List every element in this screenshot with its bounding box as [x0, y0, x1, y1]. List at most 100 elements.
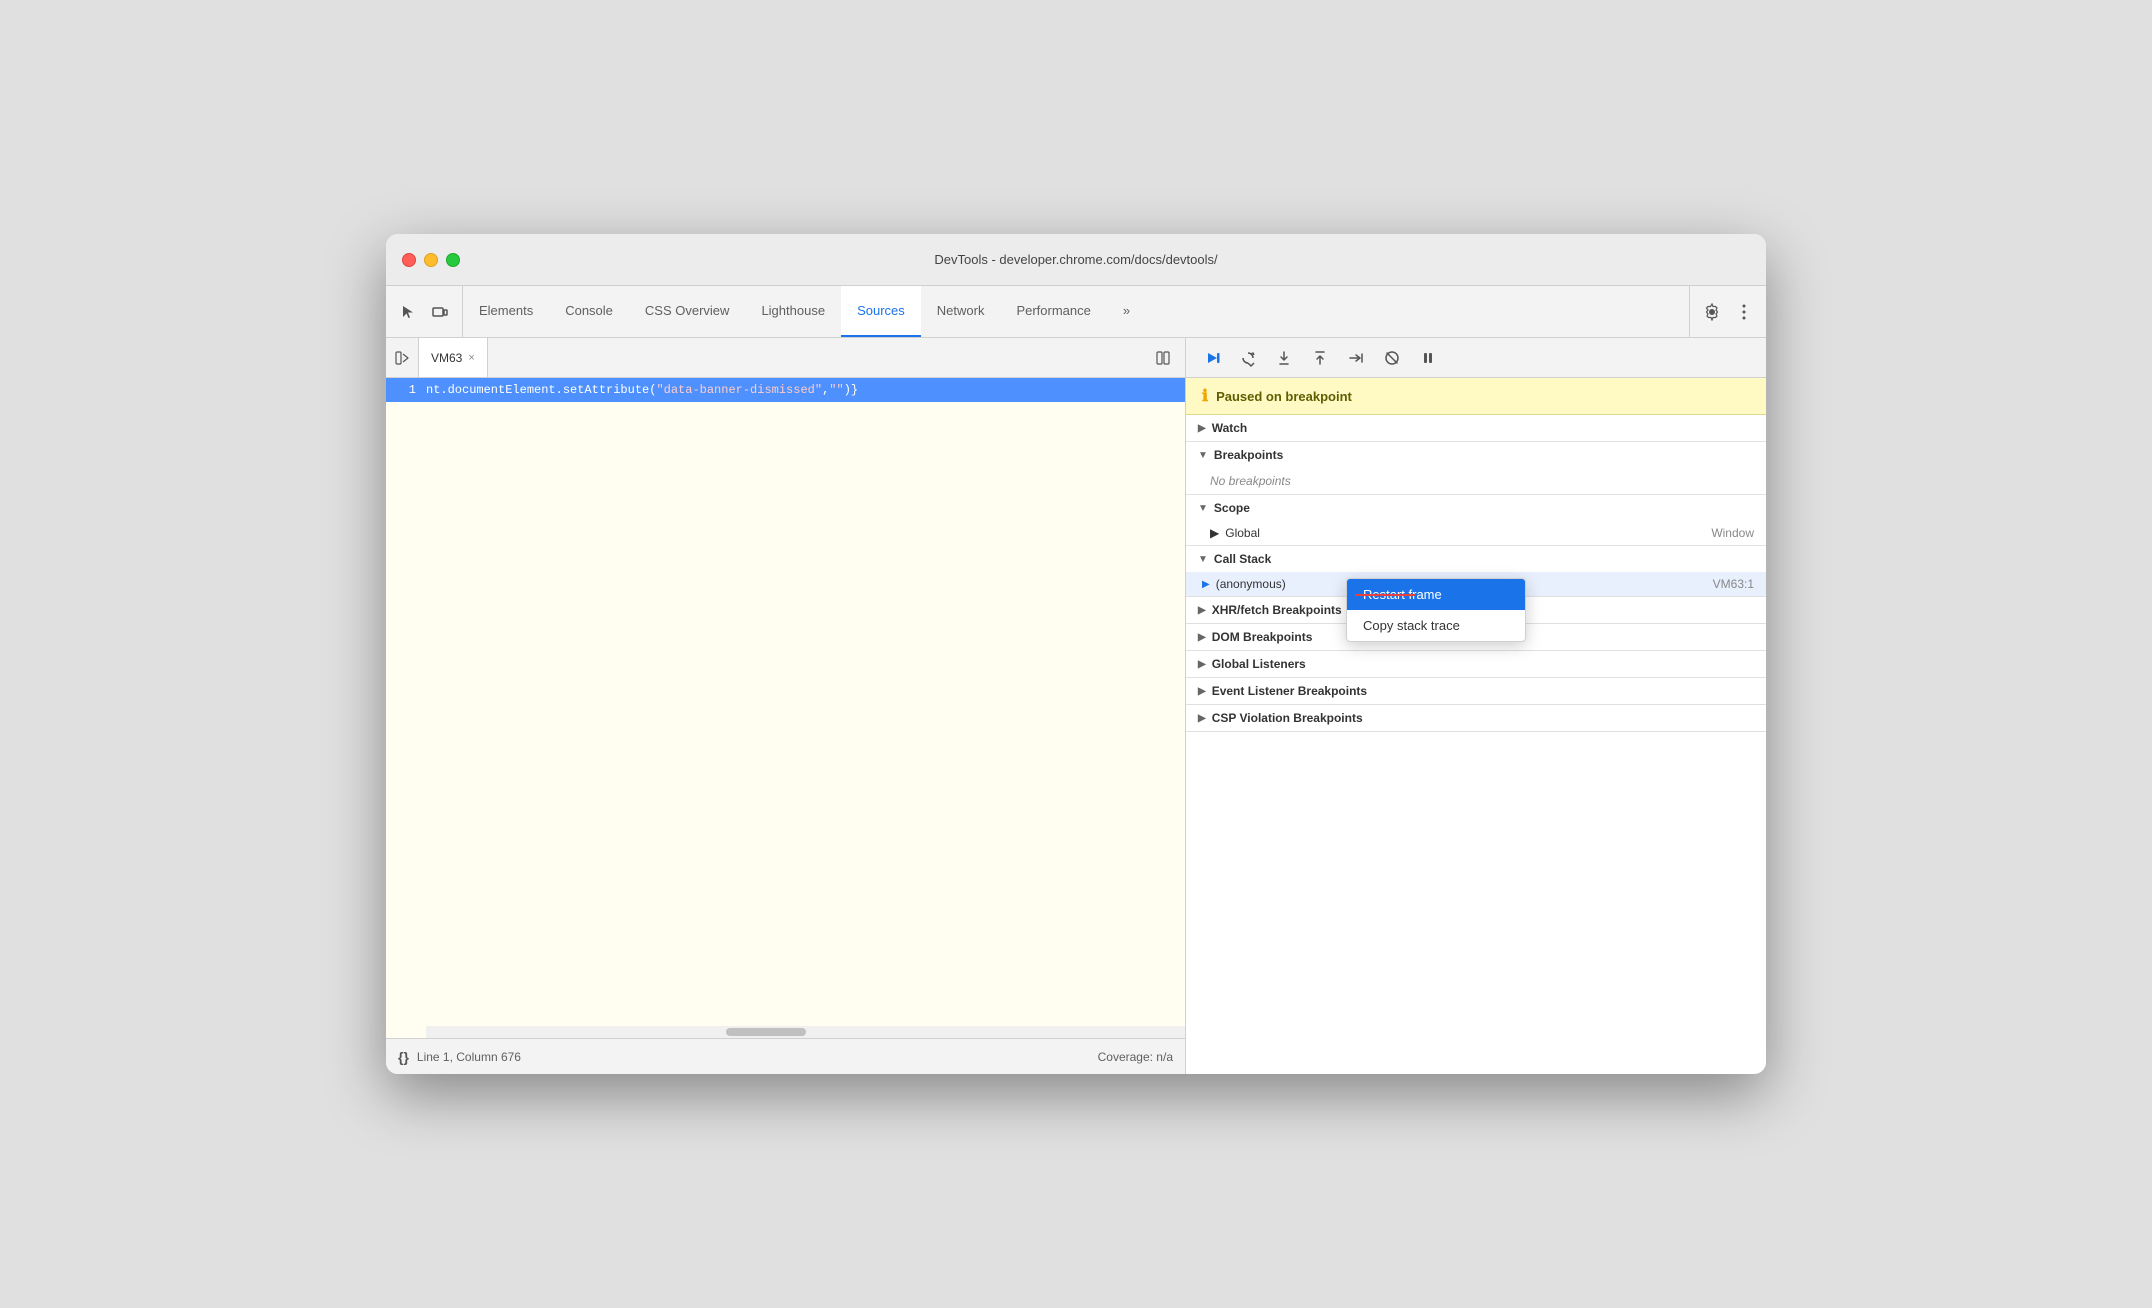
- line-number-1: 1: [386, 383, 426, 397]
- global-listeners-label: Global Listeners: [1212, 657, 1306, 671]
- event-listener-chevron-icon: ▶: [1198, 686, 1206, 697]
- call-stack-section: ▼ Call Stack ▶ (anonymous) VM63:1: [1186, 546, 1766, 597]
- title-bar: DevTools - developer.chrome.com/docs/dev…: [386, 234, 1766, 286]
- kebab-menu-icon[interactable]: [1730, 298, 1758, 326]
- sources-left-panel: VM63 × 1: [386, 338, 1186, 1074]
- csp-violation-breakpoints-section: ▶ CSP Violation Breakpoints: [1186, 705, 1766, 732]
- status-bar: {} Line 1, Column 676 Coverage: n/a: [386, 1038, 1185, 1074]
- window-title: DevTools - developer.chrome.com/docs/dev…: [934, 252, 1217, 267]
- close-button[interactable]: [402, 253, 416, 267]
- tab-bar: Elements Console CSS Overview Lighthouse…: [386, 286, 1766, 338]
- scope-global-item[interactable]: ▶ Global Window: [1186, 521, 1766, 545]
- vm63-tab[interactable]: VM63 ×: [419, 338, 488, 377]
- tabs-container: Elements Console CSS Overview Lighthouse…: [463, 286, 1689, 337]
- paused-banner: ℹ Paused on breakpoint: [1186, 378, 1766, 415]
- resume-button[interactable]: [1198, 344, 1226, 372]
- event-listener-breakpoints-header[interactable]: ▶ Event Listener Breakpoints: [1186, 678, 1766, 704]
- dom-breakpoints-label: DOM Breakpoints: [1212, 630, 1313, 644]
- status-bar-right: Coverage: n/a: [1098, 1050, 1173, 1064]
- code-empty-area: [386, 402, 1185, 1038]
- scope-header[interactable]: ▼ Scope: [1186, 495, 1766, 521]
- traffic-lights: [402, 253, 460, 267]
- call-stack-label: Call Stack: [1214, 552, 1271, 566]
- sources-right-panel: ℹ Paused on breakpoint ▶ Watch ▼: [1186, 338, 1766, 1074]
- copy-stack-trace-menu-item[interactable]: Copy stack trace: [1347, 610, 1525, 641]
- scope-global-chevron-icon: ▶: [1210, 526, 1219, 540]
- tab-network[interactable]: Network: [921, 286, 1001, 337]
- scope-global-label: Global: [1225, 526, 1260, 540]
- step-into-button[interactable]: [1270, 344, 1298, 372]
- paused-message: Paused on breakpoint: [1216, 389, 1352, 404]
- call-stack-header[interactable]: ▼ Call Stack: [1186, 546, 1766, 572]
- scrollbar-thumb[interactable]: [726, 1028, 806, 1036]
- csp-violation-breakpoints-header[interactable]: ▶ CSP Violation Breakpoints: [1186, 705, 1766, 731]
- device-toggle-icon[interactable]: [426, 298, 454, 326]
- file-tab-bar: VM63 ×: [386, 338, 1185, 378]
- tab-more[interactable]: »: [1107, 286, 1146, 337]
- devtools-window: DevTools - developer.chrome.com/docs/dev…: [386, 234, 1766, 1074]
- scope-section: ▼ Scope ▶ Global Window: [1186, 495, 1766, 546]
- minimize-button[interactable]: [424, 253, 438, 267]
- watch-chevron-icon: ▶: [1198, 423, 1206, 434]
- call-stack-item-name: (anonymous): [1216, 577, 1286, 591]
- play-recording-icon[interactable]: [1149, 344, 1177, 372]
- restart-frame-label: Restart frame: [1363, 587, 1442, 602]
- debug-panels[interactable]: ℹ Paused on breakpoint ▶ Watch ▼: [1186, 378, 1766, 1074]
- csp-violation-breakpoints-label: CSP Violation Breakpoints: [1212, 711, 1363, 725]
- main-content: VM63 × 1: [386, 338, 1766, 1074]
- copy-stack-trace-label: Copy stack trace: [1363, 618, 1460, 633]
- maximize-button[interactable]: [446, 253, 460, 267]
- horizontal-scrollbar[interactable]: [426, 1026, 1185, 1038]
- scope-label: Scope: [1214, 501, 1250, 515]
- tab-console[interactable]: Console: [549, 286, 629, 337]
- breakpoints-header[interactable]: ▼ Breakpoints: [1186, 442, 1766, 468]
- cursor-icon[interactable]: [394, 298, 422, 326]
- code-content-1: nt.documentElement.setAttribute("data-ba…: [426, 383, 858, 397]
- watch-label: Watch: [1212, 421, 1248, 435]
- call-stack-arrow-icon: ▶: [1202, 579, 1210, 590]
- code-line-1: 1 nt.documentElement.setAttribute("data-…: [386, 378, 1185, 402]
- file-tab-bar-right: [488, 338, 1185, 377]
- dom-chevron-icon: ▶: [1198, 632, 1206, 643]
- xhr-breakpoints-label: XHR/fetch Breakpoints: [1212, 603, 1342, 617]
- tab-elements[interactable]: Elements: [463, 286, 549, 337]
- format-code-icon[interactable]: {}: [398, 1049, 409, 1065]
- global-listeners-chevron-icon: ▶: [1198, 659, 1206, 670]
- no-breakpoints-message: No breakpoints: [1186, 468, 1766, 494]
- step-over-button[interactable]: [1234, 344, 1262, 372]
- event-listener-breakpoints-section: ▶ Event Listener Breakpoints: [1186, 678, 1766, 705]
- step-out-button[interactable]: [1306, 344, 1334, 372]
- tab-sources[interactable]: Sources: [841, 286, 921, 337]
- coverage-status: Coverage: n/a: [1098, 1050, 1173, 1064]
- context-menu: Restart frame Copy stack trace: [1346, 578, 1526, 642]
- pause-on-exception-icon[interactable]: [1414, 344, 1442, 372]
- global-listeners-section: ▶ Global Listeners: [1186, 651, 1766, 678]
- tab-bar-right-icons: [1689, 286, 1766, 337]
- vm63-tab-name: VM63: [431, 351, 462, 365]
- tab-lighthouse[interactable]: Lighthouse: [745, 286, 841, 337]
- scope-global-value: Window: [1711, 526, 1754, 540]
- scope-chevron-icon: ▼: [1198, 503, 1208, 514]
- file-nav-icon[interactable]: [386, 338, 419, 377]
- tab-performance[interactable]: Performance: [1000, 286, 1106, 337]
- more-tabs-icon: »: [1123, 303, 1130, 318]
- devtools: Elements Console CSS Overview Lighthouse…: [386, 286, 1766, 1074]
- breakpoints-label: Breakpoints: [1214, 448, 1283, 462]
- xhr-chevron-icon: ▶: [1198, 605, 1206, 616]
- breakpoints-chevron-icon: ▼: [1198, 450, 1208, 461]
- watch-section: ▶ Watch: [1186, 415, 1766, 442]
- deactivate-breakpoints-icon[interactable]: [1378, 344, 1406, 372]
- tab-bar-left-icons: [386, 286, 463, 337]
- settings-icon[interactable]: [1698, 298, 1726, 326]
- tab-css-overview[interactable]: CSS Overview: [629, 286, 746, 337]
- breakpoints-section: ▼ Breakpoints No breakpoints: [1186, 442, 1766, 495]
- watch-header[interactable]: ▶ Watch: [1186, 415, 1766, 441]
- global-listeners-header[interactable]: ▶ Global Listeners: [1186, 651, 1766, 677]
- code-editor[interactable]: 1 nt.documentElement.setAttribute("data-…: [386, 378, 1185, 1038]
- status-bar-left: {} Line 1, Column 676: [398, 1049, 521, 1065]
- vm63-close-icon[interactable]: ×: [468, 352, 474, 364]
- step-button[interactable]: [1342, 344, 1370, 372]
- restart-frame-menu-item[interactable]: Restart frame: [1347, 579, 1525, 610]
- csp-chevron-icon: ▶: [1198, 713, 1206, 724]
- call-stack-item-location: VM63:1: [1713, 577, 1754, 591]
